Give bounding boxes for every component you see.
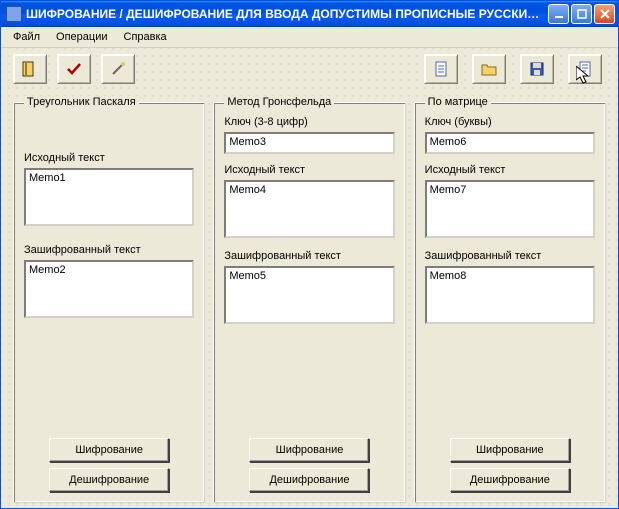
window-title: ШИФРОВАНИЕ / ДЕШИФРОВАНИЕ ДЛЯ ВВОДА ДОПУ… <box>26 7 548 21</box>
maximize-button[interactable] <box>571 4 592 24</box>
exit-button[interactable] <box>13 54 47 84</box>
pascal-cipher-memo[interactable] <box>24 260 194 318</box>
client-area: Треугольник Паскаля Исходный текст Зашиф… <box>1 48 618 509</box>
matrix-encrypt-button[interactable]: Шифрование <box>450 438 570 462</box>
wizard-icon <box>109 60 127 78</box>
group-gronsfeld-legend: Метод Гронсфельда <box>224 96 334 108</box>
group-pascal: Треугольник Паскаля Исходный текст Зашиф… <box>13 96 205 503</box>
check-button[interactable] <box>57 54 91 84</box>
check-icon <box>65 60 83 78</box>
wizard-button[interactable] <box>101 54 135 84</box>
matrix-key-memo[interactable] <box>425 132 595 154</box>
pascal-encrypt-button[interactable]: Шифрование <box>49 438 169 462</box>
menu-bar: Файл Операции Справка <box>1 27 618 48</box>
app-window: ШИФРОВАНИЕ / ДЕШИФРОВАНИЕ ДЛЯ ВВОДА ДОПУ… <box>0 0 619 509</box>
pascal-source-label: Исходный текст <box>24 152 194 164</box>
matrix-source-memo[interactable] <box>425 180 595 238</box>
gronsfeld-key-label: Ключ (3-8 цифр) <box>224 116 394 128</box>
menu-file[interactable]: Файл <box>5 29 48 45</box>
gronsfeld-key-memo[interactable] <box>224 132 394 154</box>
pascal-decrypt-button[interactable]: Дешифрование <box>49 468 169 492</box>
group-gronsfeld: Метод Гронсфельда Ключ (3-8 цифр) Исходн… <box>213 96 405 503</box>
minimize-icon <box>554 9 564 19</box>
gronsfeld-source-label: Исходный текст <box>224 164 394 176</box>
matrix-cipher-label: Зашифрованный текст <box>425 250 595 262</box>
matrix-key-label: Ключ (буквы) <box>425 116 595 128</box>
group-pascal-legend: Треугольник Паскаля <box>24 96 139 108</box>
save-button[interactable] <box>520 54 554 84</box>
matrix-source-label: Исходный текст <box>425 164 595 176</box>
gronsfeld-cipher-memo[interactable] <box>224 266 394 324</box>
minimize-button[interactable] <box>548 4 569 24</box>
report-button[interactable] <box>568 54 602 84</box>
close-icon <box>600 9 610 19</box>
title-bar: ШИФРОВАНИЕ / ДЕШИФРОВАНИЕ ДЛЯ ВВОДА ДОПУ… <box>1 1 618 27</box>
panels-row: Треугольник Паскаля Исходный текст Зашиф… <box>13 96 606 503</box>
gronsfeld-cipher-label: Зашифрованный текст <box>224 250 394 262</box>
gronsfeld-encrypt-button[interactable]: Шифрование <box>249 438 369 462</box>
pascal-source-memo[interactable] <box>24 168 194 226</box>
open-button[interactable] <box>472 54 506 84</box>
matrix-cipher-memo[interactable] <box>425 266 595 324</box>
menu-help[interactable]: Справка <box>116 29 175 45</box>
open-folder-icon <box>480 60 498 78</box>
toolbar-right <box>424 54 602 84</box>
app-icon <box>6 6 22 22</box>
floppy-icon <box>528 60 546 78</box>
exit-icon <box>21 60 39 78</box>
maximize-icon <box>577 9 587 19</box>
toolbar-left <box>13 54 135 84</box>
close-button[interactable] <box>594 4 615 24</box>
group-matrix-legend: По матрице <box>425 96 491 108</box>
report-icon <box>576 60 594 78</box>
document-button[interactable] <box>424 54 458 84</box>
pascal-cipher-label: Зашифрованный текст <box>24 244 194 256</box>
matrix-decrypt-button[interactable]: Дешифрование <box>450 468 570 492</box>
document-icon <box>432 60 450 78</box>
window-controls <box>548 4 615 24</box>
gronsfeld-decrypt-button[interactable]: Дешифрование <box>249 468 369 492</box>
menu-operations[interactable]: Операции <box>48 29 115 45</box>
gronsfeld-source-memo[interactable] <box>224 180 394 238</box>
group-matrix: По матрице Ключ (буквы) Исходный текст З… <box>414 96 606 503</box>
